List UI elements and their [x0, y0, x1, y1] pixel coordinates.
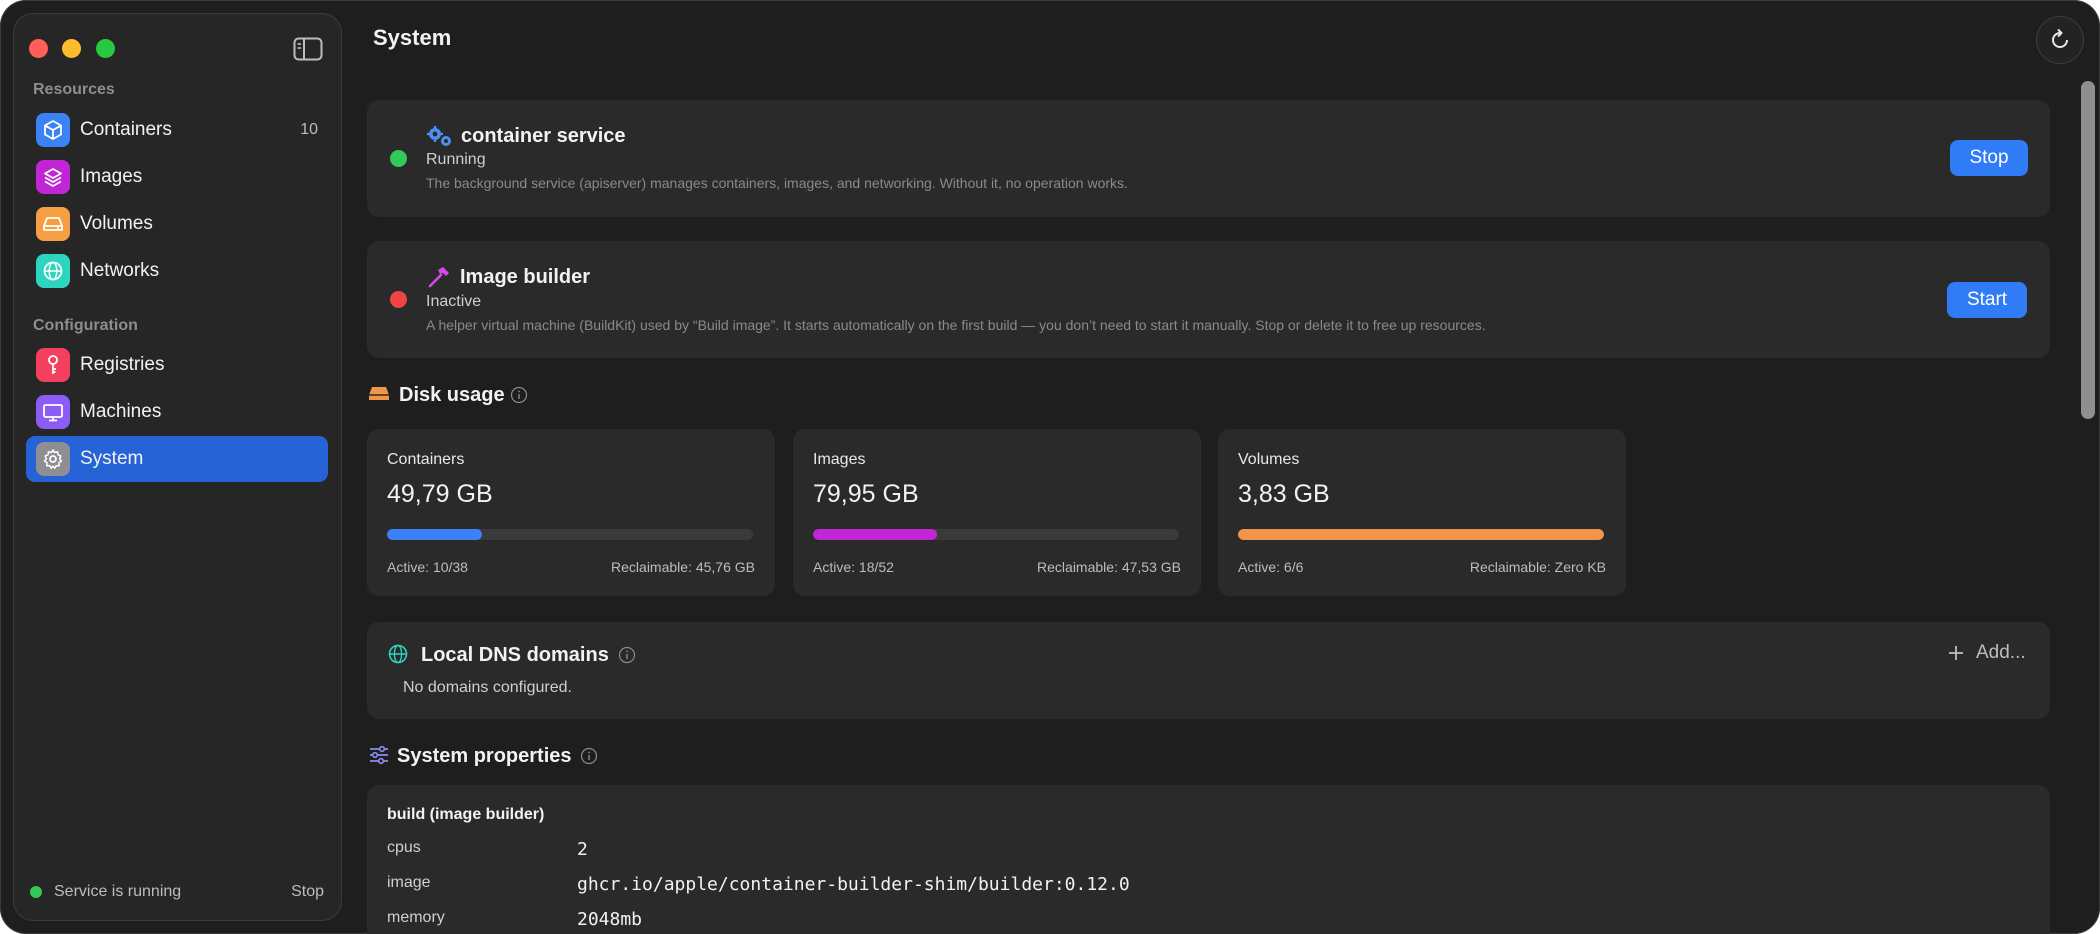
dns-heading: Local DNS domains	[421, 644, 609, 666]
sidebar-item-system[interactable]: System	[26, 436, 328, 482]
disk-card-size: 79,95 GB	[813, 480, 919, 508]
image-builder-card	[367, 241, 2050, 358]
disk-card-active: Active: 18/52	[813, 559, 894, 575]
app-window: Resources Containers 10 Images Volumes N…	[0, 0, 2100, 934]
dns-empty-text: No domains configured.	[403, 679, 572, 696]
sidebar-item-label: Machines	[80, 401, 162, 422]
add-domain-button[interactable]: Add...	[1946, 642, 2026, 664]
disk-card-size: 49,79 GB	[387, 480, 493, 508]
disk-usage-heading: Disk usage	[399, 384, 505, 406]
disk-usage-bar-fill	[387, 529, 483, 540]
sidebar-item-label: Images	[80, 166, 143, 187]
disk-card-size: 3,83 GB	[1238, 480, 1330, 508]
sidebar-item-label: Registries	[80, 354, 165, 375]
sidebar-footer: Service is running Stop	[13, 863, 342, 921]
minimize-window-button[interactable]	[62, 39, 81, 58]
section-label-resources: Resources	[33, 81, 115, 98]
service-description: The background service (apiserver) manag…	[426, 175, 1128, 191]
sidebar-item-containers[interactable]: Containers 10	[26, 107, 328, 153]
key-icon	[36, 348, 70, 382]
disk-card-reclaimable: Reclaimable: Zero KB	[1469, 559, 1606, 575]
refresh-icon	[2052, 28, 2068, 48]
disk-card-reclaimable: Reclaimable: 45,76 GB	[611, 559, 755, 575]
builder-description: A helper virtual machine (BuildKit) used…	[426, 317, 1486, 333]
sidebar: Resources Containers 10 Images Volumes N…	[13, 13, 342, 921]
footer-stop-button[interactable]: Stop	[291, 883, 324, 901]
property-key: memory	[387, 909, 445, 926]
refresh-button[interactable]	[2036, 16, 2084, 64]
service-status-dot	[30, 886, 42, 898]
disk-usage-bar	[387, 529, 753, 540]
drive-icon	[36, 207, 70, 241]
system-properties-heading: System properties	[397, 745, 572, 767]
gears-icon	[426, 124, 454, 153]
start-builder-button[interactable]: Start	[1947, 282, 2027, 318]
disk-usage-bar	[813, 529, 1179, 540]
sidebar-item-label: Volumes	[80, 213, 153, 234]
disk-card-reclaimable: Reclaimable: 47,53 GB	[1037, 559, 1181, 575]
stop-service-button[interactable]: Stop	[1950, 140, 2028, 176]
sidebar-item-registries[interactable]: Registries	[26, 342, 328, 388]
layers-icon	[36, 160, 70, 194]
property-value: 2048mb	[577, 909, 643, 930]
sidebar-item-networks[interactable]: Networks	[26, 248, 328, 294]
sliders-icon	[368, 744, 390, 771]
sidebar-item-label: Networks	[80, 260, 160, 281]
sidebar-item-label: Containers	[80, 119, 172, 140]
sidebar-item-machines[interactable]: Machines	[26, 389, 328, 435]
disk-card-title: Volumes	[1238, 451, 1300, 468]
service-title: container service	[461, 125, 626, 147]
builder-title: Image builder	[460, 266, 591, 288]
dns-card	[367, 622, 2050, 719]
page-title: System	[373, 25, 452, 50]
sidebar-item-images[interactable]: Images	[26, 154, 328, 200]
properties-group-title: build (image builder)	[387, 806, 545, 823]
sidebar-item-label: System	[80, 448, 144, 469]
sidebar-toggle-icon[interactable]	[293, 37, 323, 61]
builder-state: Inactive	[426, 293, 482, 310]
container-service-card	[367, 100, 2050, 217]
cube-icon	[36, 113, 70, 147]
builder-status-dot	[390, 291, 407, 308]
disk-card-active: Active: 10/38	[387, 559, 468, 575]
disk-usage-bar-fill	[1238, 529, 1604, 540]
sidebar-item-volumes[interactable]: Volumes	[26, 201, 328, 247]
service-status-dot	[390, 150, 407, 167]
zoom-window-button[interactable]	[96, 39, 115, 58]
info-icon[interactable]	[618, 646, 636, 669]
gear-icon	[36, 442, 70, 476]
plus-icon	[1949, 646, 1963, 660]
property-key: image	[387, 874, 431, 891]
disk-icon	[367, 383, 391, 410]
property-value: ghcr.io/apple/container-builder-shim/bui…	[577, 874, 1130, 895]
display-icon	[36, 395, 70, 429]
section-label-configuration: Configuration	[33, 317, 138, 334]
close-window-button[interactable]	[29, 39, 48, 58]
hammer-icon	[426, 264, 452, 295]
info-icon[interactable]	[510, 386, 528, 409]
disk-card-active: Active: 6/6	[1238, 559, 1304, 575]
add-domain-label: Add...	[1976, 642, 2026, 663]
disk-card-title: Containers	[387, 451, 465, 468]
service-state: Running	[426, 151, 486, 168]
disk-card-images: Images 79,95 GB Active: 18/52 Reclaimabl…	[793, 429, 1201, 596]
disk-usage-bar	[1238, 529, 1604, 540]
info-icon[interactable]	[580, 747, 598, 770]
disk-card-containers: Containers 49,79 GB Active: 10/38 Reclai…	[367, 429, 775, 596]
globe-icon	[387, 643, 409, 670]
containers-count-badge: 10	[300, 121, 318, 138]
globe-icon	[36, 254, 70, 288]
property-value: 2	[577, 839, 588, 860]
scrollbar-thumb[interactable]	[2081, 81, 2095, 419]
disk-card-volumes: Volumes 3,83 GB Active: 6/6 Reclaimable:…	[1218, 429, 1626, 596]
property-key: cpus	[387, 839, 421, 856]
disk-usage-bar-fill	[813, 529, 938, 540]
disk-card-title: Images	[813, 451, 866, 468]
service-status-text: Service is running	[54, 883, 182, 900]
